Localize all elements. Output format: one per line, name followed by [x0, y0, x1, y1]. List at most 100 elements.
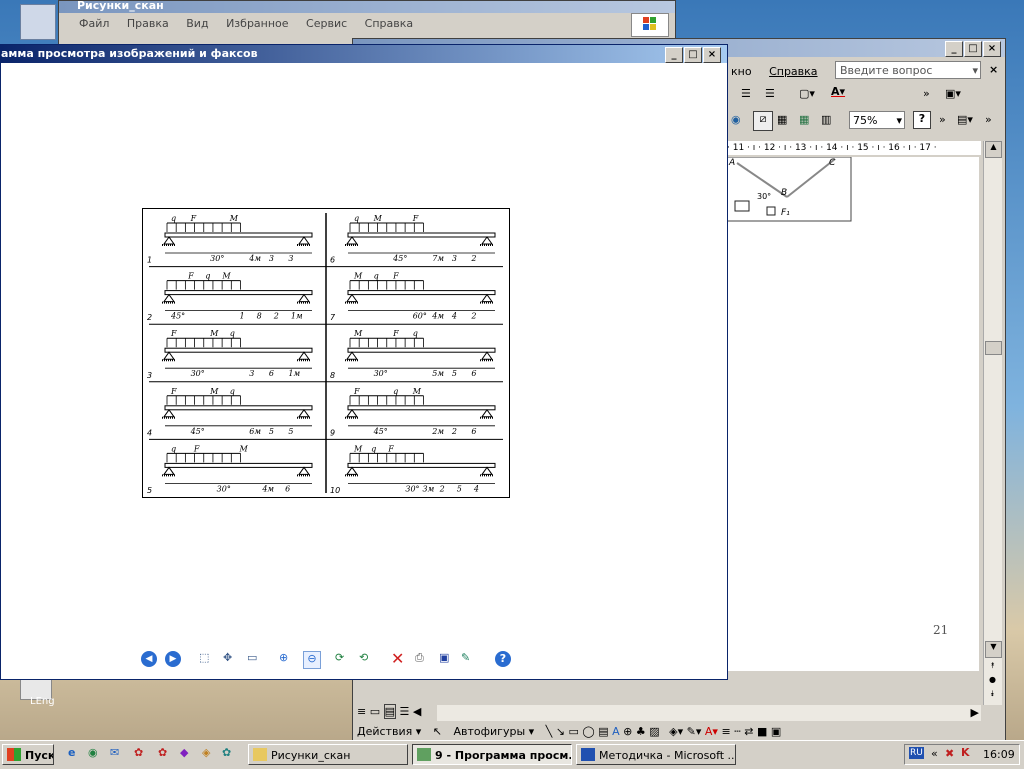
font-color-icon[interactable]: A▾: [831, 85, 845, 98]
rectangle-icon[interactable]: ▭: [569, 725, 579, 738]
language-indicator[interactable]: RU: [909, 747, 924, 759]
dash-style-icon[interactable]: ┄: [734, 725, 741, 738]
clipart-icon[interactable]: ♣: [636, 725, 646, 738]
textbox-icon[interactable]: ▤: [598, 725, 608, 738]
tray-expand-icon[interactable]: «: [931, 747, 938, 760]
line-color-icon[interactable]: ✎▾: [687, 725, 702, 738]
app-icon[interactable]: ✿: [158, 746, 167, 759]
viewer-titlebar[interactable]: амма просмотра изображений и факсов: [1, 45, 727, 63]
clock[interactable]: 16:09: [983, 748, 1015, 761]
close-doc-button[interactable]: ×: [989, 63, 998, 76]
help-icon[interactable]: ?: [495, 651, 511, 667]
web-view-icon[interactable]: ▭: [370, 705, 380, 718]
next-image-button[interactable]: ▶: [165, 651, 181, 667]
slideshow-icon[interactable]: ▭: [247, 651, 257, 664]
menu-help[interactable]: Справка: [365, 17, 413, 30]
menu-edit[interactable]: Правка: [127, 17, 169, 30]
app-icon[interactable]: ✿: [222, 746, 231, 759]
scroll-thumb[interactable]: [985, 341, 1002, 355]
wordart-icon[interactable]: A: [612, 725, 620, 738]
toolbar-options-icon[interactable]: »: [939, 113, 946, 126]
autoshapes-menu[interactable]: Автофигуры ▾: [453, 725, 534, 738]
picture-icon[interactable]: ▨: [649, 725, 659, 738]
vertical-scrollbar[interactable]: ▲ ▼ ⯭ ● ⯯: [983, 141, 1002, 705]
arrow-style-icon[interactable]: ⇄: [744, 725, 753, 738]
outline-view-icon[interactable]: ☰: [400, 705, 410, 718]
line-icon[interactable]: ╲: [546, 725, 553, 738]
prev-page-button[interactable]: ⯭: [985, 661, 1000, 675]
actual-size-icon[interactable]: ✥: [223, 651, 232, 664]
zoom-out-icon[interactable]: ⊖: [303, 651, 321, 669]
border-icon[interactable]: ▢▾: [799, 87, 815, 100]
table-icon[interactable]: ▦: [777, 113, 787, 126]
maximize-button[interactable]: □: [684, 47, 702, 63]
fill-color-icon[interactable]: ◈▾: [669, 725, 683, 738]
desktop-icon[interactable]: [20, 4, 56, 40]
layout-icon[interactable]: ▤▾: [957, 113, 973, 126]
best-fit-icon[interactable]: ⬚: [199, 651, 209, 664]
minimize-button[interactable]: _: [665, 47, 683, 63]
line-style-icon[interactable]: ≡: [721, 725, 730, 738]
web-icon[interactable]: ◉: [731, 113, 741, 126]
network-icon[interactable]: ✖: [945, 747, 954, 760]
document-page[interactable]: A B C 30° F₁ 21: [727, 157, 979, 671]
indent-icon[interactable]: ☰: [741, 87, 751, 100]
select-arrow-icon[interactable]: ↖: [433, 725, 442, 738]
outlook-icon[interactable]: ✉: [110, 746, 119, 759]
close-button[interactable]: ×: [983, 41, 1001, 57]
back-window-titlebar[interactable]: Рисунки_скан: [59, 1, 675, 13]
print-view-icon[interactable]: ▤: [383, 704, 397, 719]
scroll-left-icon[interactable]: ◀: [413, 705, 421, 718]
toolbar-options-icon[interactable]: »: [923, 87, 930, 100]
question-box[interactable]: Введите вопрос ▾: [835, 61, 981, 79]
app-icon[interactable]: ◆: [180, 746, 188, 759]
app-icon[interactable]: ◈: [202, 746, 210, 759]
ie-icon[interactable]: e: [68, 746, 75, 759]
print-icon[interactable]: ⎙: [415, 651, 424, 665]
zoom-in-icon[interactable]: ⊕: [279, 651, 288, 664]
zoom-select[interactable]: 75% ▾: [849, 111, 905, 129]
columns-icon[interactable]: ▥: [821, 113, 831, 126]
browse-object-button[interactable]: ●: [985, 675, 1000, 689]
scroll-down-button[interactable]: ▼: [985, 641, 1002, 658]
menu-view[interactable]: Вид: [186, 17, 208, 30]
normal-view-icon[interactable]: ≡: [357, 705, 366, 718]
arrow-icon[interactable]: ↘: [556, 725, 565, 738]
scroll-right-icon[interactable]: ▶: [971, 706, 979, 719]
menu-tools[interactable]: Сервис: [306, 17, 347, 30]
3d-icon[interactable]: ▣: [771, 725, 781, 738]
start-button[interactable]: Пуск: [2, 744, 54, 765]
excel-icon[interactable]: ▦: [799, 113, 809, 126]
maximize-button[interactable]: □: [964, 41, 982, 57]
task-explorer[interactable]: Рисунки_скан: [248, 744, 408, 765]
help-icon[interactable]: ?: [913, 111, 931, 129]
app-icon[interactable]: ✿: [134, 746, 143, 759]
delete-icon[interactable]: ✕: [391, 649, 404, 668]
next-page-button[interactable]: ⯯: [985, 689, 1000, 703]
previous-image-button[interactable]: ◀: [141, 651, 157, 667]
actions-menu[interactable]: Действия ▾: [357, 725, 421, 738]
save-icon[interactable]: ▣: [439, 651, 449, 664]
rotate-counterclockwise-icon[interactable]: ⟲: [359, 651, 368, 664]
antivirus-icon[interactable]: K: [961, 746, 970, 759]
edit-icon[interactable]: ✎: [461, 651, 470, 664]
minimize-button[interactable]: _: [945, 41, 963, 57]
menu-favorites[interactable]: Избранное: [226, 17, 288, 30]
research-icon[interactable]: ▣▾: [945, 87, 961, 100]
task-image-viewer[interactable]: 9 - Программа просм...: [412, 744, 572, 765]
drawing-toggle-icon[interactable]: ⧄: [753, 111, 773, 131]
outdent-icon[interactable]: ☰: [765, 87, 775, 100]
font-color-icon[interactable]: A▾: [705, 725, 718, 738]
menu-window-partial[interactable]: кно: [731, 65, 752, 78]
shadow-icon[interactable]: ■: [757, 725, 767, 738]
rotate-clockwise-icon[interactable]: ⟳: [335, 651, 344, 664]
toolbar-options-icon[interactable]: »: [985, 113, 992, 126]
scroll-up-button[interactable]: ▲: [985, 141, 1002, 158]
task-word[interactable]: Методичка - Microsoft ...: [576, 744, 736, 765]
menu-file[interactable]: Файл: [79, 17, 109, 30]
chevron-down-icon[interactable]: ▾: [972, 62, 978, 80]
close-button[interactable]: ×: [703, 47, 721, 63]
media-icon[interactable]: ◉: [88, 746, 98, 759]
diagram-icon[interactable]: ⊕: [623, 725, 632, 738]
menu-help[interactable]: Справка: [769, 65, 817, 78]
